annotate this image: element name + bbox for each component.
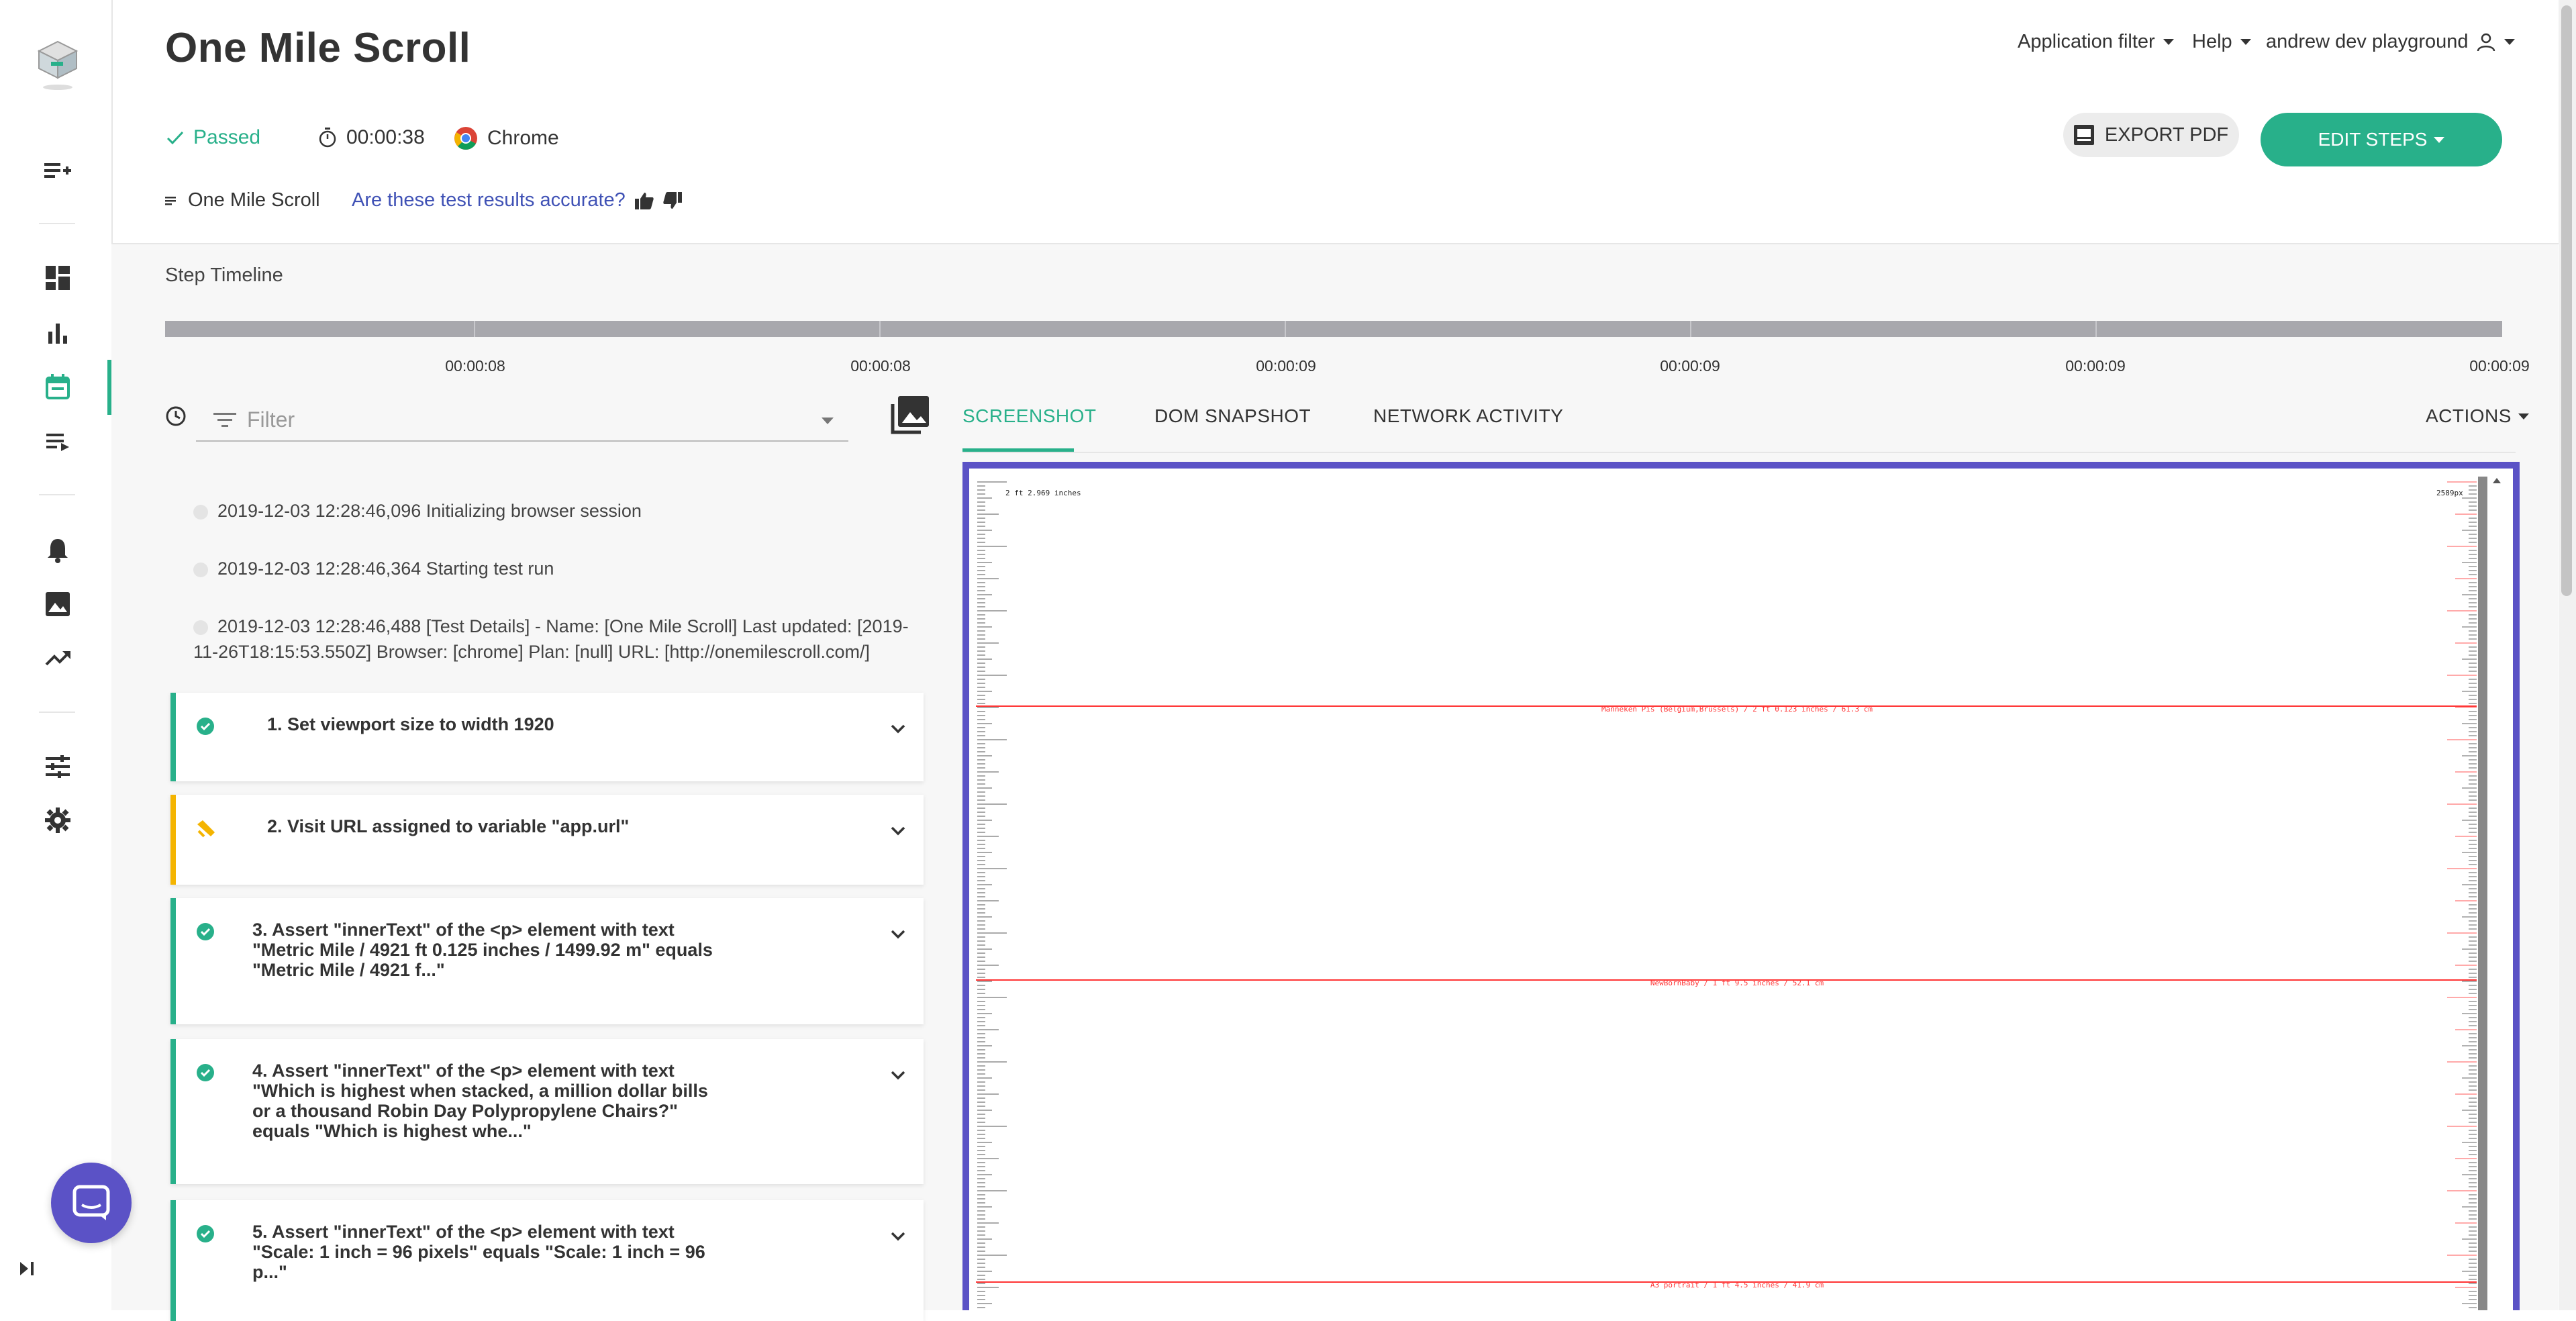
export-pdf-label: EXPORT PDF — [2104, 124, 2229, 146]
history-clock-icon[interactable] — [165, 405, 187, 427]
test-status: Passed — [166, 126, 260, 149]
duration-value: 00:00:38 — [346, 126, 425, 148]
log-entry: 2019-12-03 12:28:46,488 [Test Details] -… — [193, 616, 909, 662]
step-item-2[interactable]: 2. Visit URL assigned to variable "app.u… — [170, 795, 924, 885]
step-text: 2. Visit URL assigned to variable "app.u… — [267, 816, 630, 836]
chevron-down-icon — [2434, 136, 2445, 143]
list-icon — [165, 196, 176, 205]
filter-icon — [213, 413, 236, 427]
tab-screenshot[interactable]: SCREENSHOT — [962, 405, 1096, 427]
tune-settings-icon[interactable] — [39, 748, 77, 785]
test-duration: 00:00:38 — [318, 126, 425, 149]
check-circle-icon — [197, 718, 214, 735]
export-pdf-button[interactable]: EXPORT PDF — [2063, 113, 2239, 157]
application-filter-dropdown[interactable]: Application filter — [2018, 31, 2174, 53]
step-item-4[interactable]: 4. Assert "innerText" of the <p> element… — [170, 1039, 924, 1184]
timeline-tick: 00:00:08 — [850, 357, 911, 375]
chevron-down-icon — [2240, 39, 2251, 45]
thumbs-up-icon[interactable] — [634, 192, 654, 209]
ruler-marker-label: A3 portrait / 1 ft 4.5 inches / 41.9 cm — [1650, 1281, 1824, 1289]
chrome-icon — [454, 127, 477, 150]
page-title: One Mile Scroll — [165, 25, 471, 71]
chevron-down-icon — [2518, 413, 2529, 420]
timeline-title: Step Timeline — [165, 264, 283, 286]
screenshot-viewer: 2 ft 2.969 inches 2589px Manneken Pis (B… — [962, 462, 2520, 1310]
chevron-down-icon[interactable] — [890, 1070, 906, 1081]
calendar-icon[interactable] — [39, 368, 77, 405]
tab-dom-snapshot[interactable]: DOM SNAPSHOT — [1154, 405, 1311, 427]
timeline-tick: 00:00:08 — [445, 357, 505, 375]
test-list-icon[interactable] — [39, 423, 77, 460]
edit-steps-label: EDIT STEPS — [2318, 129, 2428, 150]
application-filter-label: Application filter — [2018, 31, 2155, 52]
chevron-down-icon — [2504, 39, 2516, 45]
step-text: 5. Assert "innerText" of the <p> element… — [252, 1222, 705, 1282]
chevron-down-icon[interactable] — [890, 826, 906, 836]
filter-input[interactable]: Filter — [196, 399, 848, 442]
image-gallery-icon[interactable] — [39, 585, 77, 623]
user-name: andrew dev playground — [2266, 31, 2469, 52]
screenshots-gallery-icon[interactable] — [890, 396, 929, 435]
check-icon — [166, 131, 184, 145]
help-dropdown[interactable]: Help — [2192, 31, 2251, 53]
step-text: 3. Assert "innerText" of the <p> element… — [252, 920, 713, 980]
trending-icon[interactable] — [39, 639, 77, 677]
check-circle-icon — [197, 1225, 214, 1242]
status-passed-label: Passed — [193, 126, 261, 148]
expand-sidebar-icon[interactable] — [13, 1255, 40, 1282]
step-text: 1. Set viewport size to width 1920 — [267, 714, 554, 734]
app-logo-icon[interactable] — [35, 38, 81, 94]
plan-link[interactable]: One Mile Scroll — [165, 189, 320, 211]
feedback-prompt: Are these test results accurate? — [352, 189, 682, 211]
left-sidebar — [0, 0, 113, 1310]
timeline-tick: 00:00:09 — [2065, 357, 2126, 375]
log-entry: 2019-12-03 12:28:46,364 Starting test ru… — [193, 556, 918, 581]
chevron-down-icon[interactable] — [890, 724, 906, 734]
ruler-top-right-label: 2589px — [2436, 489, 2463, 497]
warning-icon — [197, 820, 215, 838]
chevron-down-icon[interactable] — [890, 1231, 906, 1242]
dashboard-icon[interactable] — [39, 259, 77, 297]
plan-name: One Mile Scroll — [188, 189, 320, 211]
edit-steps-button[interactable]: EDIT STEPS — [2261, 113, 2502, 166]
chevron-down-icon — [822, 418, 834, 424]
actions-dropdown[interactable]: ACTIONS — [2426, 405, 2529, 427]
stopwatch-icon — [319, 128, 336, 148]
chevron-down-icon[interactable] — [890, 929, 906, 940]
check-circle-icon — [197, 1064, 214, 1081]
check-circle-icon — [197, 923, 214, 940]
timeline-bar[interactable] — [165, 321, 2502, 337]
feedback-question[interactable]: Are these test results accurate? — [352, 189, 626, 211]
add-test-icon[interactable] — [39, 152, 77, 189]
screenshot-image: 2 ft 2.969 inches 2589px Manneken Pis (B… — [976, 477, 2501, 1310]
step-item-5[interactable]: 5. Assert "innerText" of the <p> element… — [170, 1200, 924, 1321]
chat-icon — [72, 1185, 110, 1220]
pdf-icon — [2073, 125, 2094, 145]
step-item-3[interactable]: 3. Assert "innerText" of the <p> element… — [170, 898, 924, 1024]
page-scrollbar-thumb[interactable] — [2561, 5, 2572, 596]
timeline-tick: 00:00:09 — [1660, 357, 1720, 375]
ruler-marker-label: NewBornBaby / 1 ft 9.5 inches / 52.1 cm — [1650, 979, 1824, 987]
thumbs-down-icon[interactable] — [663, 191, 682, 209]
chevron-down-icon — [2163, 39, 2174, 45]
step-item-1[interactable]: 1. Set viewport size to width 1920 — [170, 693, 924, 781]
notifications-bell-icon[interactable] — [39, 532, 77, 569]
gear-icon[interactable] — [39, 801, 77, 839]
timeline-tick: 00:00:09 — [2469, 357, 2530, 375]
help-label: Help — [2192, 31, 2232, 52]
timeline-tick: 00:00:09 — [1256, 357, 1316, 375]
tab-network-activity[interactable]: NETWORK ACTIVITY — [1373, 405, 1563, 427]
reports-chart-icon[interactable] — [39, 314, 77, 352]
browser-name: Chrome — [487, 127, 559, 149]
user-menu[interactable]: andrew dev playground — [2266, 31, 2516, 53]
ruler-marker-label: Manneken Pis (Belgium,Brussels) / 2 ft 0… — [1601, 705, 1873, 714]
step-text: 4. Assert "innerText" of the <p> element… — [252, 1061, 708, 1141]
actions-label: ACTIONS — [2426, 405, 2512, 426]
test-browser: Chrome — [454, 126, 559, 150]
log-entry: 2019-12-03 12:28:46,096 Initializing bro… — [193, 498, 918, 524]
filter-placeholder: Filter — [247, 407, 295, 432]
user-icon — [2477, 33, 2495, 51]
ruler-top-left-label: 2 ft 2.969 inches — [1005, 489, 1081, 497]
chat-launcher-button[interactable] — [51, 1163, 132, 1243]
